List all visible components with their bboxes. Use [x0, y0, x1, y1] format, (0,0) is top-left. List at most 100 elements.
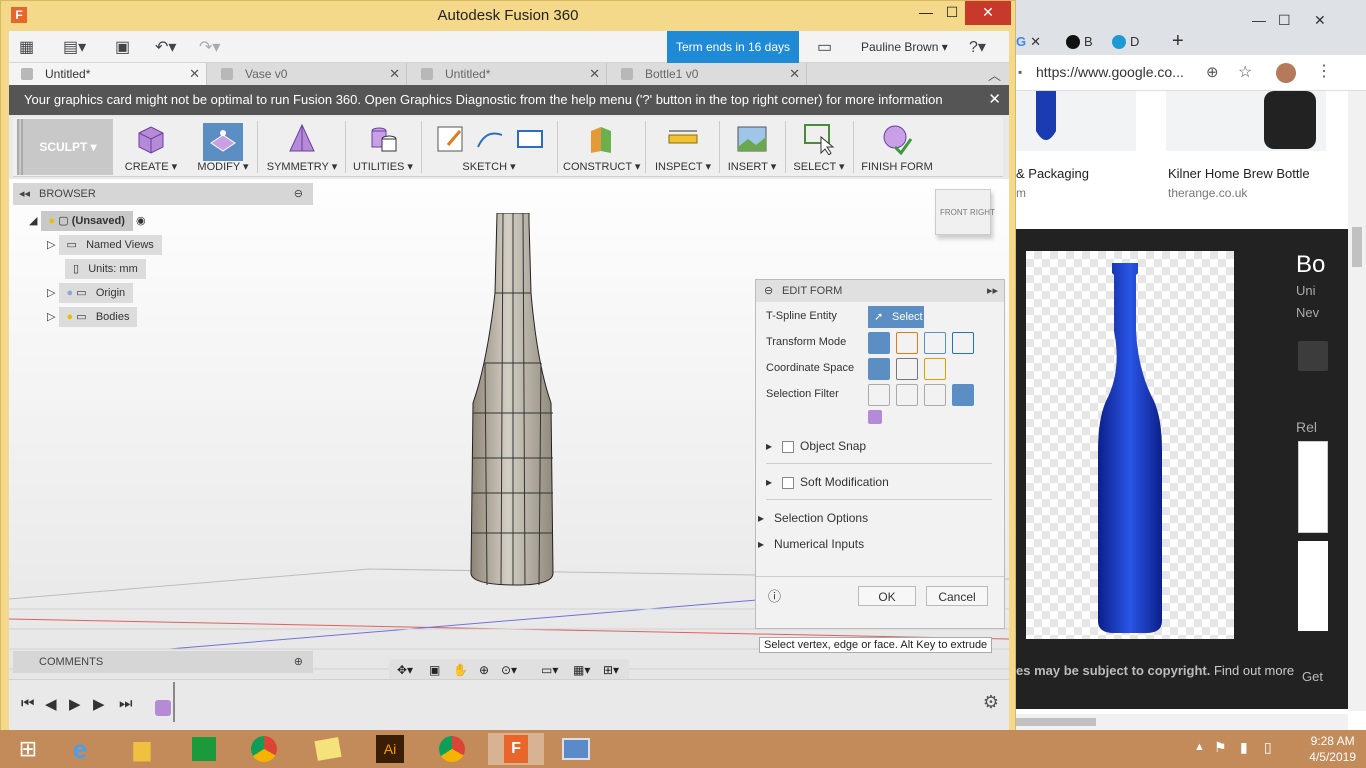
tab-close-icon[interactable]: ✕ [189, 63, 200, 85]
taskbar-sticky-notes[interactable] [300, 733, 356, 765]
scale-icon[interactable] [952, 332, 974, 354]
help-icon[interactable]: ?▾ [969, 37, 986, 57]
soft-modification-checkbox[interactable] [782, 476, 795, 489]
local-space-icon[interactable] [924, 358, 946, 380]
power-icon[interactable]: ▯ [1264, 739, 1272, 756]
new-tab-button[interactable]: + [1172, 28, 1184, 55]
browser-item-units[interactable]: ▯ Units: mm [65, 259, 146, 279]
show-hidden-icons[interactable]: ▲ [1194, 741, 1205, 753]
expand-arrow-icon[interactable]: ▷ [47, 239, 55, 251]
form-feature-icon[interactable] [155, 700, 171, 716]
maximize-button[interactable]: ☐ [939, 1, 965, 25]
result-title-2[interactable]: Kilner Home Brew Bottle [1168, 166, 1310, 181]
expand-arrow-icon[interactable]: ▷ [47, 311, 55, 323]
result-thumb-2[interactable] [1166, 91, 1326, 151]
step-back-icon[interactable]: ◀ [45, 695, 57, 713]
chrome-close-button[interactable]: ✕ [1314, 12, 1326, 29]
object-snap-checkbox[interactable] [782, 440, 795, 453]
result-title-1[interactable]: & Packaging [1016, 166, 1089, 181]
workspace-switcher[interactable]: SCULPT ▾ [17, 119, 113, 175]
3d-viewport[interactable]: FRONT RIGHT ◂◂ BROWSER ⊖ ◢ ● ▢ (Unsaved)… [9, 179, 1009, 679]
undo-icon[interactable]: ↶▾ [155, 37, 176, 57]
inspect-menu[interactable]: INSPECT ▾ [653, 119, 713, 175]
pan-hand-icon[interactable]: ✋ [453, 663, 468, 677]
view-space-icon[interactable] [896, 358, 918, 380]
save-icon[interactable]: ▣ [115, 37, 130, 57]
ok-button[interactable]: OK [858, 586, 916, 606]
tab-close-icon[interactable]: ✕ [389, 63, 400, 85]
soft-modification-row[interactable]: ▸ Soft Modification [766, 472, 889, 492]
clock[interactable]: 9:28 AM 4/5/2019 [1309, 733, 1356, 765]
fit-icon[interactable]: ⊙▾ [501, 663, 517, 677]
finish-form-button[interactable]: FINISH FORM [859, 119, 935, 175]
timeline-marker[interactable] [173, 682, 175, 722]
expand-arrow-icon[interactable]: ▸ [766, 439, 772, 453]
lightbulb-icon[interactable]: ● [67, 311, 74, 323]
tab-untitled[interactable]: Untitled* ✕ [9, 63, 207, 85]
related-thumb-2[interactable] [1298, 541, 1328, 631]
step-forward-icon[interactable]: ▶ [93, 695, 105, 713]
grid-settings-icon[interactable]: ▦▾ [573, 663, 590, 677]
expand-right-icon[interactable]: ▸▸ [987, 280, 998, 302]
insert-menu[interactable]: INSERT ▾ [725, 119, 779, 175]
taskbar-store[interactable] [176, 733, 232, 765]
browser-item-origin[interactable]: ▷ ● ▭ Origin [47, 283, 134, 303]
related-thumb-1[interactable] [1298, 441, 1328, 533]
chrome-tab-google[interactable]: G ✕ [1016, 28, 1041, 55]
globe-button[interactable] [1298, 341, 1328, 371]
minus-icon[interactable]: ⊖ [764, 280, 773, 302]
lightbulb-icon[interactable]: ● [49, 215, 56, 227]
zoom-icon[interactable]: ⊕ [1206, 63, 1219, 81]
chrome-maximize-button[interactable]: ☐ [1278, 12, 1291, 29]
taskbar-explorer[interactable]: ▆ [114, 733, 170, 765]
user-menu[interactable]: Pauline Brown ▾ [861, 40, 948, 54]
taskbar-photos[interactable] [548, 733, 604, 765]
taskbar-chrome-2[interactable] [424, 733, 480, 765]
go-to-end-icon[interactable]: ⏭ [119, 695, 133, 712]
chrome-tab-3[interactable]: D [1112, 28, 1139, 55]
look-at-icon[interactable]: ▣ [429, 663, 440, 677]
sketch-menu[interactable]: SKETCH ▾ [427, 119, 551, 175]
redo-icon[interactable]: ↷▾ [199, 37, 220, 57]
data-panel-grid-icon[interactable]: ▦ [19, 37, 34, 57]
result-thumb-1[interactable] [1016, 91, 1136, 151]
tab-close-icon[interactable]: ✕ [589, 63, 600, 85]
browser-item-named-views[interactable]: ▷ ▭ Named Views [47, 235, 162, 255]
collapse-left-icon[interactable]: ◂◂ [19, 183, 30, 205]
browser-item-bodies[interactable]: ▷ ● ▭ Bodies [47, 307, 138, 327]
get-link[interactable]: Get [1302, 669, 1323, 684]
chrome-tab-2[interactable]: B [1066, 28, 1093, 55]
comments-panel-header[interactable]: COMMENTS ⊕ [13, 651, 313, 673]
chrome-minimize-button[interactable]: — [1252, 12, 1266, 28]
tab-close-icon[interactable]: ✕ [789, 63, 800, 85]
browser-panel-header[interactable]: ◂◂ BROWSER ⊖ [13, 183, 313, 205]
numerical-inputs-row[interactable]: ▸ Numerical Inputs [758, 534, 864, 554]
start-button[interactable]: ⊞ [0, 733, 56, 765]
edit-form-header[interactable]: ⊖ EDIT FORM ▸▸ [756, 280, 1004, 302]
gear-icon[interactable]: ⚙ [983, 692, 999, 713]
comment-icon[interactable]: ▭ [817, 37, 832, 57]
multi-transform-icon[interactable] [868, 332, 890, 354]
warning-close-icon[interactable]: ✕ [988, 85, 1001, 115]
viewcube[interactable]: FRONT RIGHT [935, 189, 995, 235]
expand-arrow-icon[interactable]: ▸ [758, 537, 764, 551]
selection-options-row[interactable]: ▸ Selection Options [758, 508, 868, 528]
world-space-icon[interactable] [868, 358, 890, 380]
menu-icon[interactable]: ⋮ [1316, 61, 1332, 81]
chevron-up-icon[interactable]: ︿ [988, 65, 1001, 84]
avatar[interactable] [1276, 63, 1296, 83]
minus-icon[interactable]: ⊖ [294, 183, 303, 205]
edge-filter-icon[interactable] [896, 384, 918, 406]
symmetry-menu[interactable]: SYMMETRY ▾ [265, 119, 339, 175]
tab-bottle1[interactable]: Bottle1 v0 ✕ [609, 63, 807, 85]
play-icon[interactable]: ▶ [69, 695, 81, 713]
find-out-more-link[interactable]: Find out more [1214, 663, 1294, 678]
chrome-horizontal-scrollbar[interactable] [1010, 714, 1348, 730]
chrome-vertical-scrollbar[interactable] [1348, 91, 1366, 711]
taskbar-chrome-1[interactable] [236, 733, 292, 765]
tab-untitled-2[interactable]: Untitled* ✕ [409, 63, 607, 85]
viewports-icon[interactable]: ⊞▾ [603, 663, 619, 677]
taskbar-fusion[interactable]: F [488, 733, 544, 765]
add-comment-icon[interactable]: ⊕ [294, 651, 303, 673]
minimize-button[interactable]: — [913, 1, 939, 25]
